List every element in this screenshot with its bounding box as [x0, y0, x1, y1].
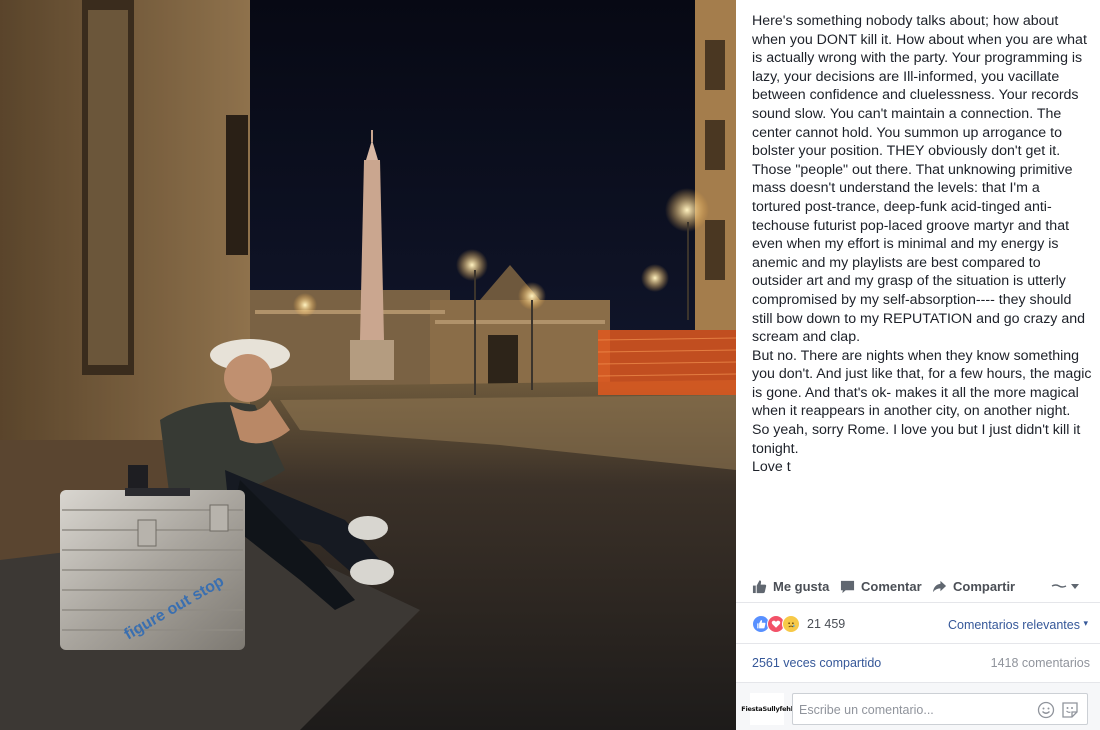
share-button[interactable]: Compartir [932, 576, 1015, 596]
post-photo[interactable]: figure out stop [0, 0, 736, 730]
comment-box [792, 693, 1088, 726]
reactions-summary[interactable]: 21 459 [752, 615, 845, 633]
comment-bubble-icon [840, 580, 855, 593]
post-side-panel: Here's something nobody talks about; how… [736, 0, 1100, 730]
emoji-icon[interactable] [1037, 701, 1055, 724]
comment-composer: FiestaSullyfehl [736, 683, 1100, 730]
comment-input[interactable] [797, 694, 1031, 726]
share-comment-counts: 2561 veces compartido 1418 comentarios [736, 644, 1100, 683]
post-text: Here's something nobody talks about; how… [752, 13, 1092, 476]
silver-record-case: figure out stop [60, 465, 245, 650]
comment-count-link[interactable]: 1418 comentarios [991, 656, 1090, 670]
sort-caret-icon: ▾ [1083, 618, 1088, 628]
like-button[interactable]: Me gusta [752, 576, 829, 596]
reactions-row: 21 459 Comentarios relevantes ▾ [736, 603, 1100, 644]
comment-button[interactable]: Comentar [840, 576, 922, 596]
reaction-count: 21 459 [807, 617, 846, 631]
comment-label: Comentar [861, 578, 922, 594]
page-selector[interactable] [1050, 576, 1080, 596]
page-avatar-icon [1051, 584, 1067, 588]
avatar[interactable]: FiestaSullyfehl [741, 693, 793, 725]
sad-reaction-icon [782, 615, 800, 633]
share-count-link[interactable]: 2561 veces compartido [752, 656, 881, 670]
share-arrow-icon [932, 580, 947, 592]
chevron-down-icon [1071, 584, 1079, 589]
sort-label: Comentarios relevantes [947, 618, 1080, 632]
sticker-icon[interactable] [1061, 701, 1079, 724]
comment-sort-dropdown[interactable]: Comentarios relevantes ▾ [948, 618, 1088, 632]
thumbs-up-icon [752, 579, 767, 593]
like-label: Me gusta [773, 578, 830, 594]
night-plaza-scene: figure out stop [0, 0, 736, 730]
share-label: Compartir [953, 578, 1016, 594]
post-actions-bar: Me gusta Comentar Compartir [736, 570, 1100, 603]
